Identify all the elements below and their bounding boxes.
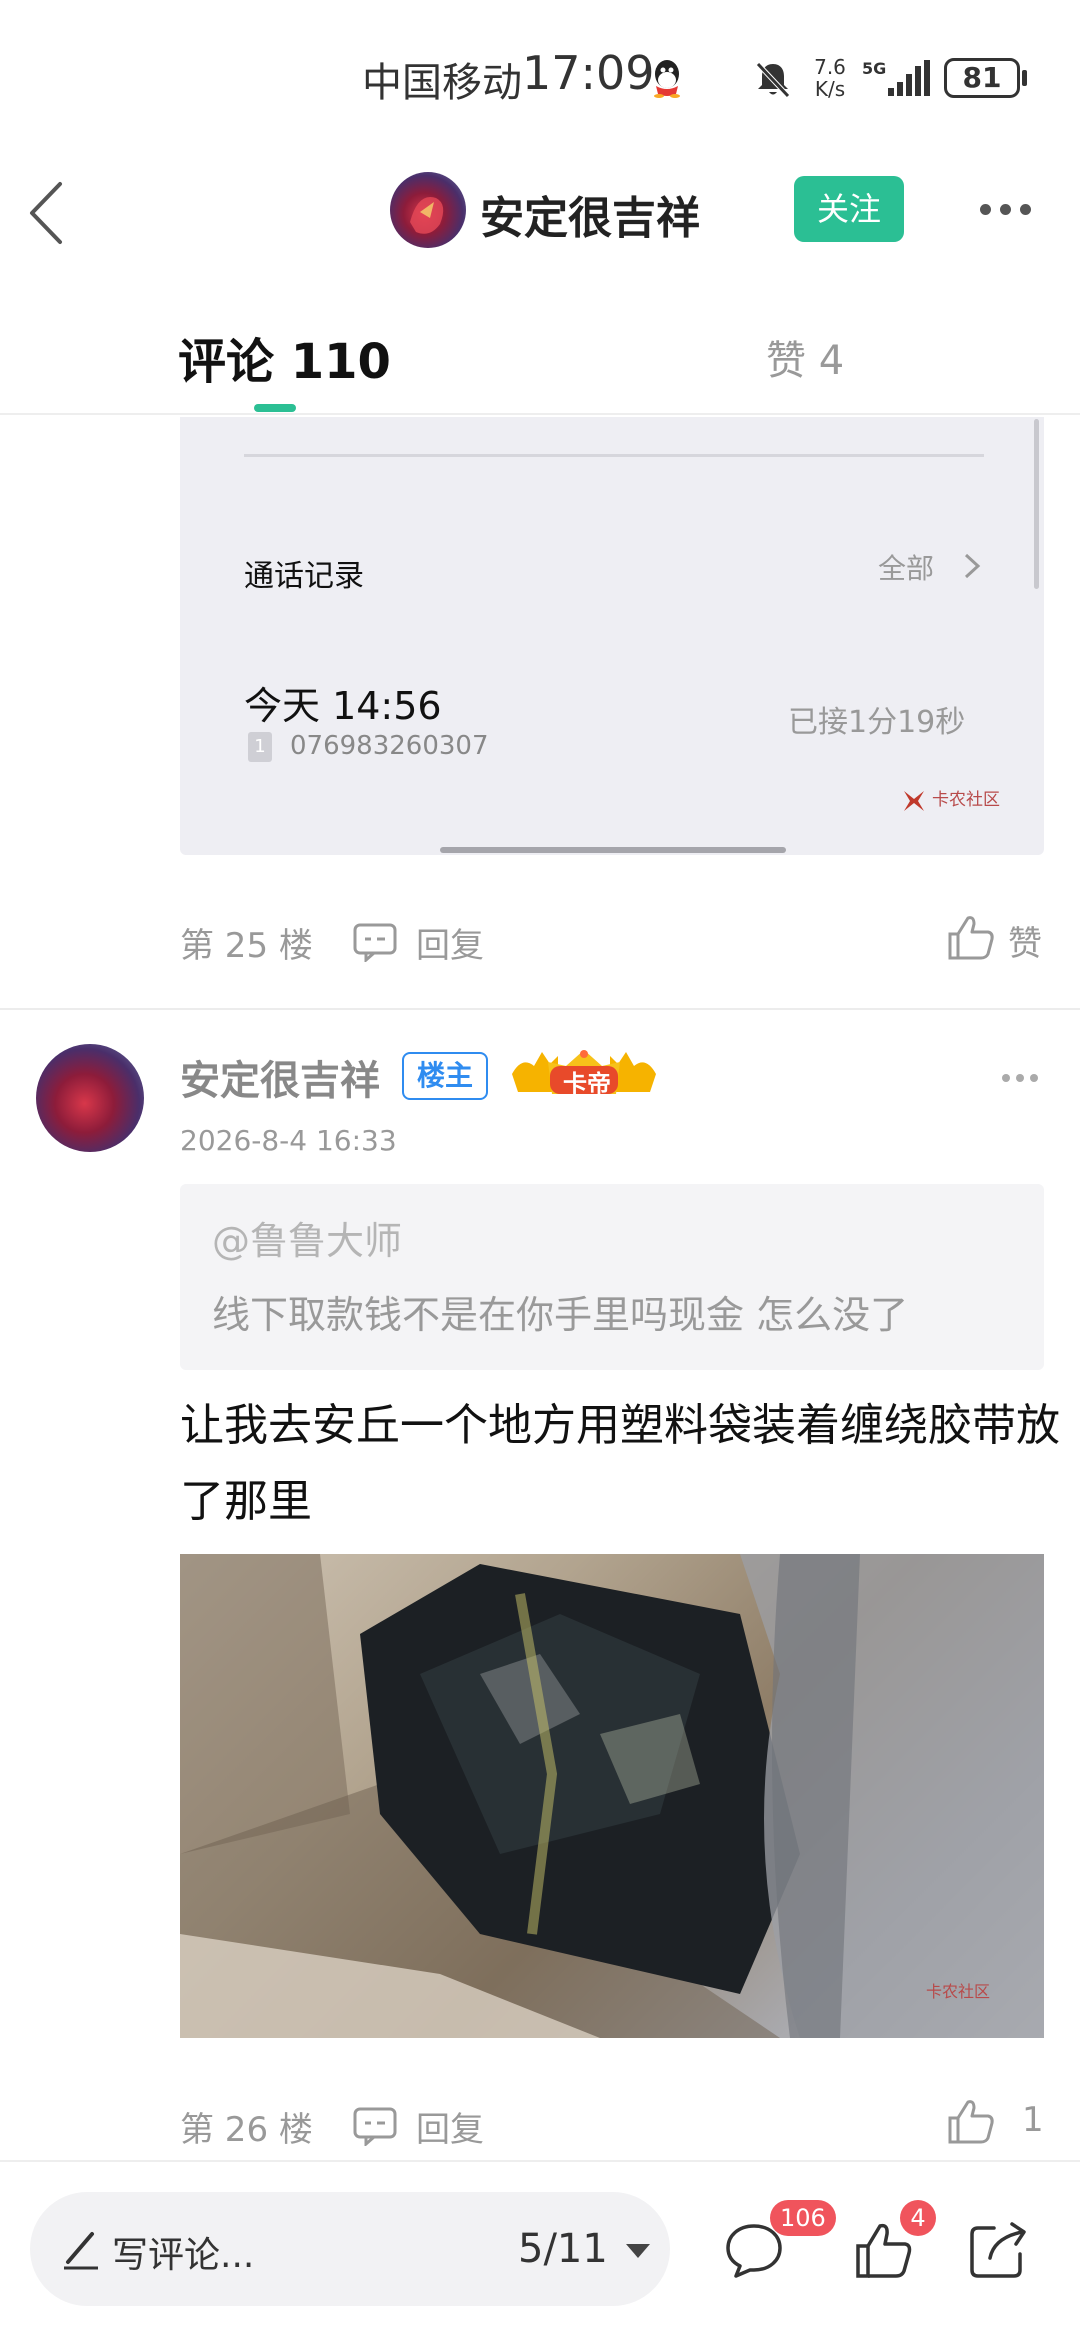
comment-separator	[0, 1008, 1080, 1010]
comment-author-name[interactable]: 安定很吉祥	[180, 1048, 380, 1106]
like-count-badge: 4	[900, 2200, 936, 2236]
attached-screenshot[interactable]: 通话记录 全部 今天 14:56 1 076983260307 已接1分19秒 …	[180, 417, 1044, 855]
write-comment-placeholder: 写评论...	[112, 2235, 255, 2276]
write-comment-input[interactable]: 写评论... 5/11	[30, 2192, 670, 2306]
screenshot-home-indicator	[440, 847, 786, 853]
quoted-reply[interactable]: @鲁鲁大师 线下取款钱不是在你手里吗现金 怎么没了	[180, 1184, 1044, 1370]
reply-button[interactable]: 回复	[416, 2102, 484, 2151]
screenshot-watermark: 卡农社区	[932, 790, 1000, 810]
comment-date: 2026-8-4 16:33	[180, 1124, 397, 1157]
photo-watermark: 卡农社区	[926, 1982, 991, 2001]
screenshot-scrollbar	[1034, 419, 1039, 589]
post-header: 安定很吉祥 关注	[0, 150, 1080, 270]
follow-button[interactable]: 关注	[794, 176, 904, 242]
reply-button[interactable]: 回复	[416, 918, 484, 967]
call-log-title: 通话记录	[244, 559, 364, 594]
watermark-logo-icon	[904, 791, 924, 811]
rank-badge-label: 卡帝	[563, 1070, 611, 1098]
rank-badge: 卡帝	[508, 1046, 660, 1102]
back-arrow-icon[interactable]	[22, 178, 82, 248]
reply-icon[interactable]	[352, 922, 398, 962]
status-time: 17:09	[522, 46, 655, 100]
author-avatar[interactable]	[390, 172, 466, 248]
signal-5g-icon: 5G	[862, 59, 930, 96]
avatar-art-icon	[410, 197, 444, 234]
floor-25-actions: 第 25 楼 回复 赞	[0, 900, 1080, 980]
status-bar: 中国移动 17:09 7.6 K/s 5G 81	[0, 0, 1080, 150]
comment-count-badge: 106	[770, 2200, 836, 2236]
floor-number: 第 25 楼	[180, 926, 313, 966]
call-duration: 已接1分19秒	[788, 705, 966, 740]
comment-more-icon[interactable]	[1002, 1072, 1038, 1084]
comment-body: 让我去安丘一个地方用塑料袋装着缠绕胶带放了那里	[180, 1400, 1060, 1527]
quote-text: 线下取款钱不是在你手里吗现金 怎么没了	[212, 1293, 909, 1337]
reply-icon[interactable]	[352, 2106, 398, 2146]
active-tab-indicator	[254, 404, 296, 412]
qq-icon	[654, 60, 680, 98]
tab-comments[interactable]: 评论 110	[178, 322, 391, 392]
attached-photo[interactable]: 卡农社区	[180, 1554, 1044, 2038]
carrier-name: 中国移动	[362, 60, 522, 106]
bottom-action-bar: 写评论... 5/11 106 4	[0, 2160, 1080, 2340]
thumbs-up-icon[interactable]	[946, 912, 996, 962]
quote-mention: @鲁鲁大师	[212, 1219, 403, 1263]
network-speed: 7.6 K/s	[808, 56, 852, 100]
battery-icon: 81	[944, 58, 1020, 98]
screenshot-divider	[244, 454, 984, 457]
share-icon[interactable]	[966, 2218, 1030, 2282]
triangle-down-icon[interactable]	[624, 2242, 652, 2260]
network-speed-value: 7.6	[814, 55, 846, 79]
more-options-icon[interactable]	[976, 198, 1036, 222]
network-type-label: 5G	[862, 59, 886, 78]
battery-cap	[1022, 70, 1027, 86]
like-count[interactable]: 1	[1022, 2100, 1044, 2140]
floor-number: 第 26 楼	[180, 2110, 313, 2150]
mute-bell-icon	[756, 62, 790, 98]
call-log-all-link: 全部	[878, 552, 935, 585]
commenter-avatar[interactable]	[36, 1044, 144, 1152]
like-button[interactable]: 赞	[1008, 916, 1042, 965]
floor-26-actions: 第 26 楼 回复 1	[0, 2084, 1080, 2164]
package-photo-icon	[180, 1554, 1044, 2038]
call-time: 今天 14:56	[244, 684, 442, 728]
tab-bar: 评论 110 赞 4	[0, 300, 1080, 415]
battery-level: 81	[962, 61, 1002, 94]
pen-icon	[64, 2232, 98, 2270]
page-indicator[interactable]: 5/11	[518, 2226, 608, 2272]
author-name[interactable]: 安定很吉祥	[480, 182, 700, 246]
owner-badge: 楼主	[402, 1052, 488, 1100]
sim-card-icon: 1	[248, 732, 272, 762]
chevron-right-icon	[964, 553, 981, 579]
tab-likes[interactable]: 赞 4	[766, 328, 844, 386]
phone-number: 076983260307	[290, 731, 489, 761]
thumbs-up-icon[interactable]	[946, 2096, 996, 2146]
network-speed-unit: K/s	[814, 77, 846, 101]
